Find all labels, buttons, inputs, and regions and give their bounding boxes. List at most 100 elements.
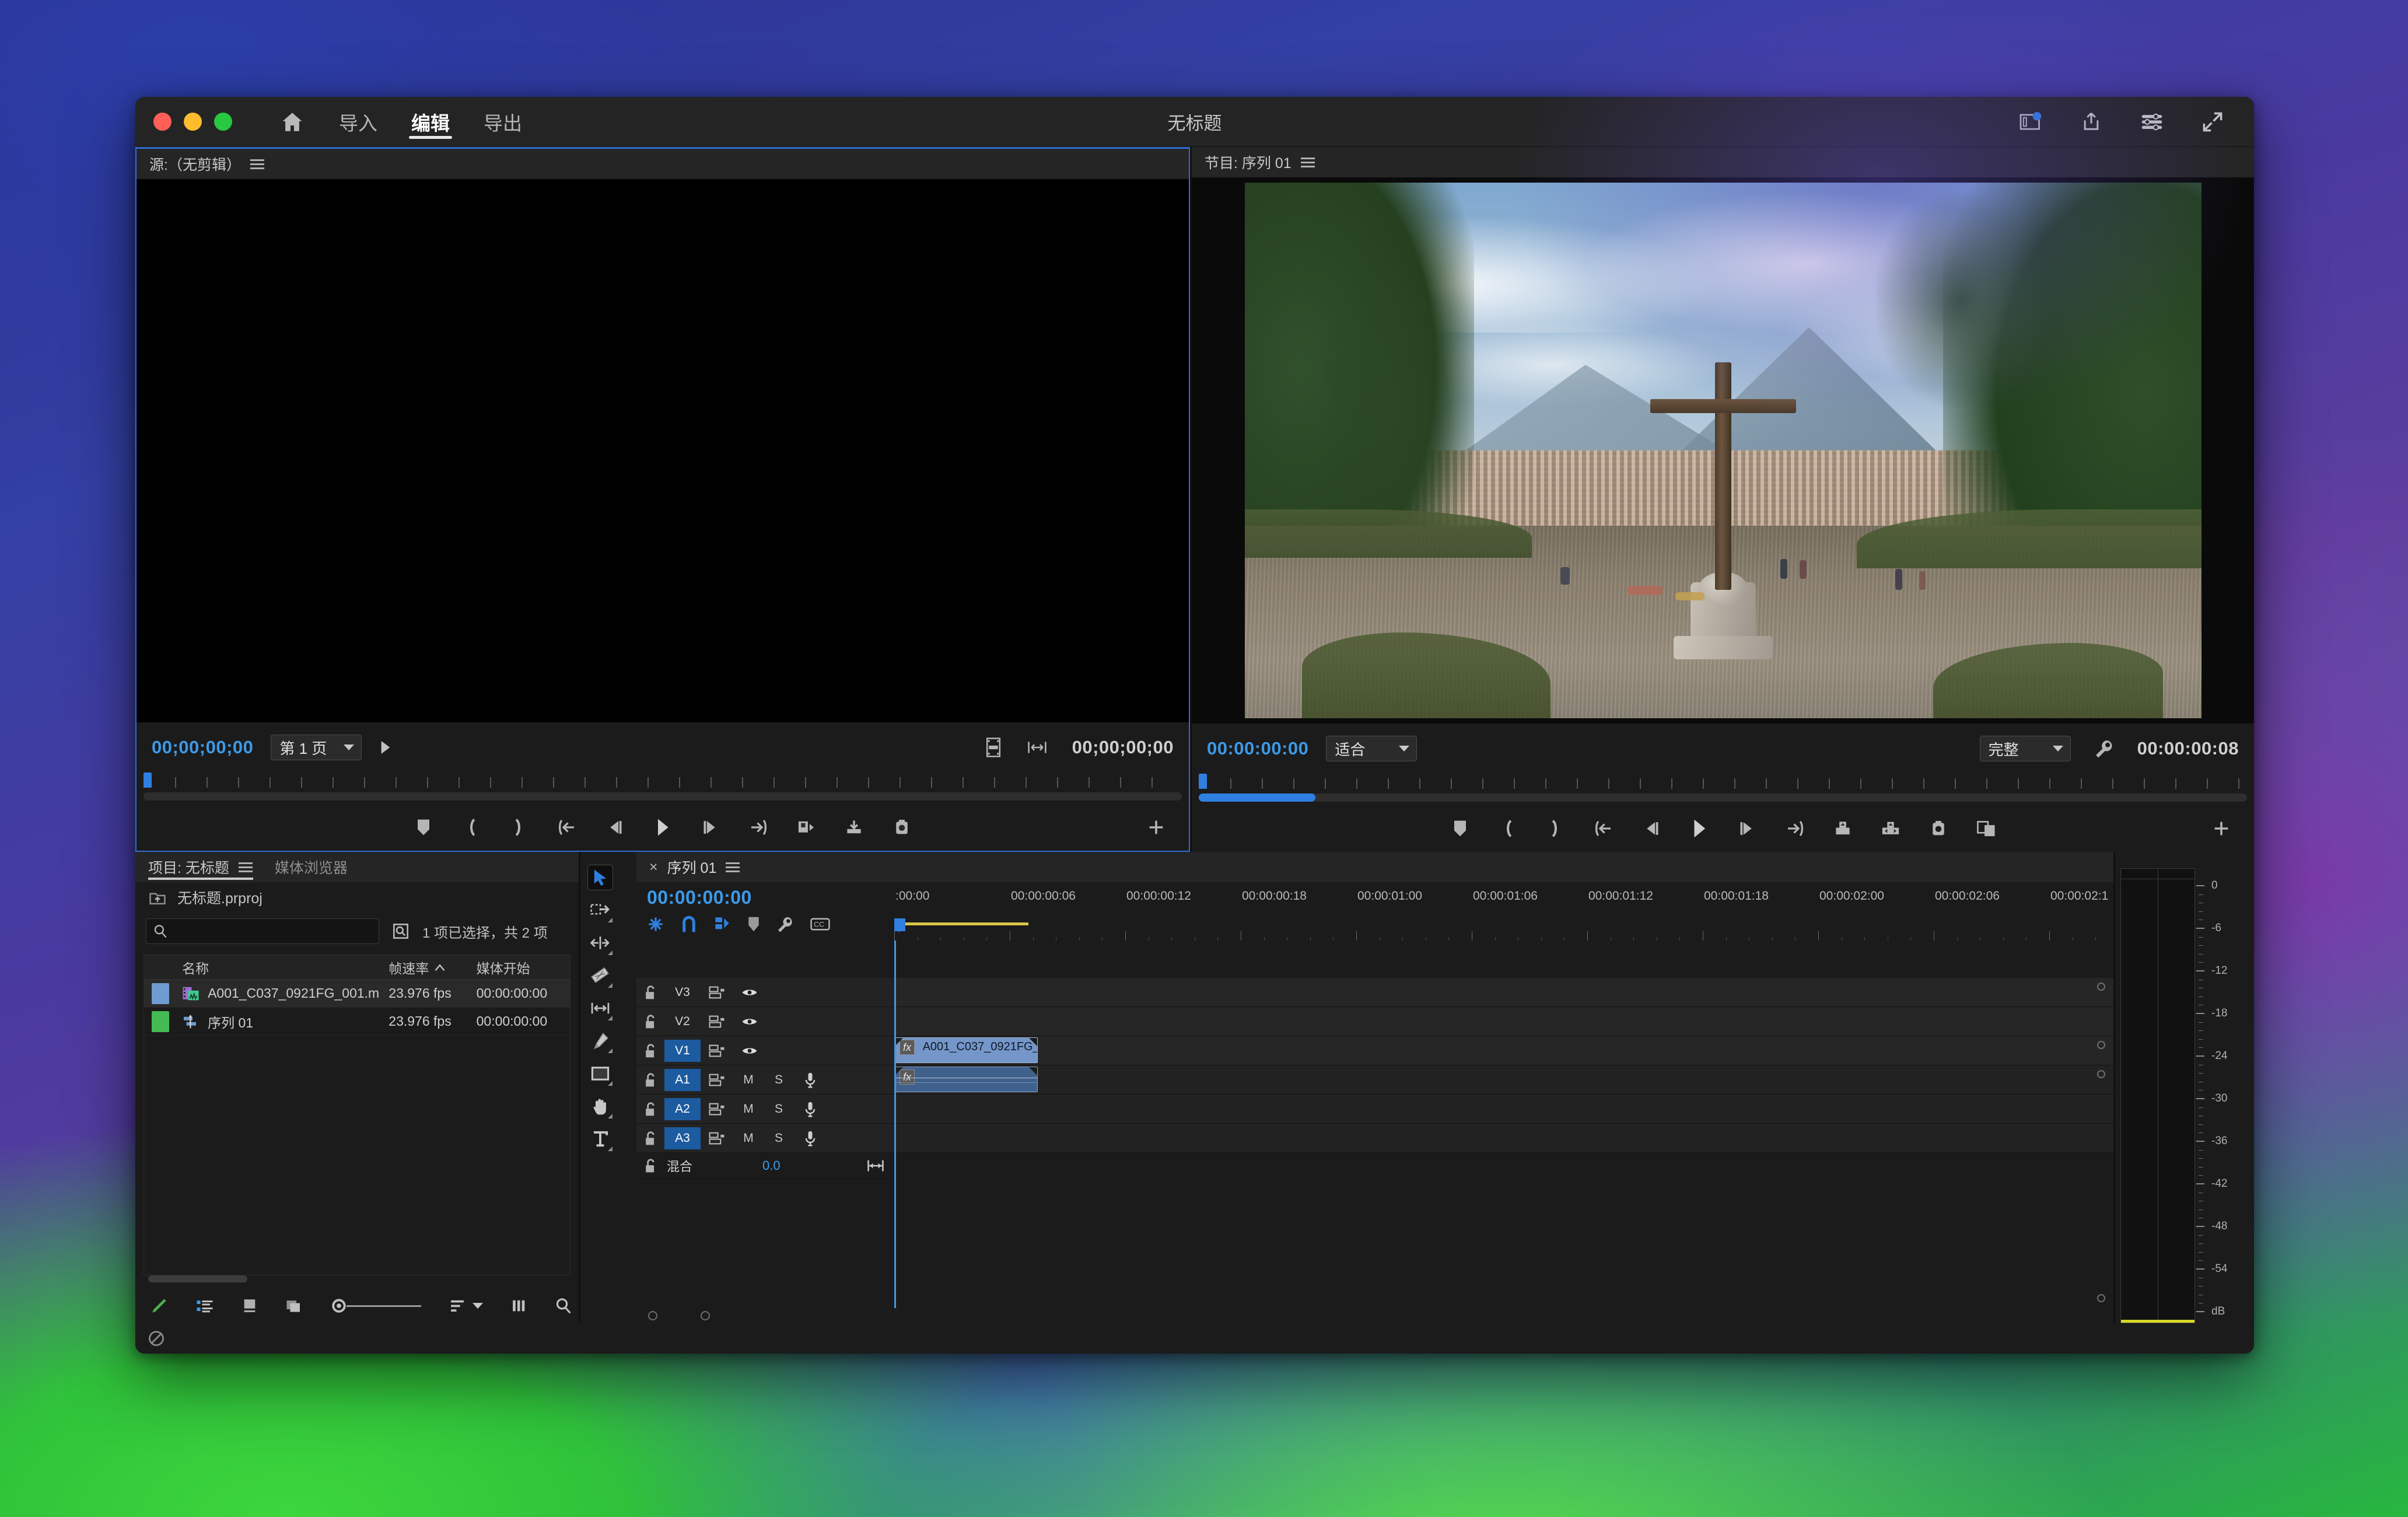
- find-icon[interactable]: [392, 922, 410, 940]
- title-bar-actions[interactable]: [2017, 109, 2254, 135]
- microphone-icon[interactable]: [794, 1067, 827, 1093]
- timeline-header-tools[interactable]: CC: [647, 912, 894, 936]
- play-icon[interactable]: [1686, 816, 1712, 841]
- program-panel-tabbar[interactable]: 节目: 序列 01: [1192, 147, 2254, 177]
- panel-menu-icon[interactable]: [250, 159, 264, 169]
- program-panel-tab[interactable]: 节目: 序列 01: [1205, 152, 1315, 173]
- mute-button-a2[interactable]: M: [733, 1102, 764, 1116]
- source-zoom-scrollbar[interactable]: [144, 792, 1182, 801]
- sort-selector[interactable]: [449, 1298, 483, 1313]
- panel-menu-icon[interactable]: [239, 862, 253, 872]
- close-icon[interactable]: ×: [649, 859, 658, 876]
- source-scrub-playhead[interactable]: [144, 773, 152, 788]
- search-input[interactable]: [146, 918, 379, 944]
- tab-edit[interactable]: 编辑: [410, 97, 451, 147]
- column-header-framerate[interactable]: 帧速率: [383, 957, 470, 977]
- step-forward-icon[interactable]: [698, 815, 723, 840]
- program-zoom-thumb[interactable]: [1199, 794, 1315, 802]
- panel-menu-icon[interactable]: [726, 862, 740, 872]
- table-row[interactable]: 序列 01 23.976 fps 00:00:00:00: [144, 1008, 570, 1036]
- project-bin-table[interactable]: 名称 帧速率 媒体开始: [144, 955, 570, 1275]
- source-page-selector[interactable]: 第 1 页: [271, 735, 362, 760]
- project-search-row[interactable]: 1 项已选择，共 2 项: [135, 913, 579, 950]
- lane-v1[interactable]: fx A001_C037_0921FG_: [894, 1036, 2113, 1065]
- program-playhead-timecode[interactable]: 00:00:00:00: [1207, 738, 1308, 759]
- export-frame-icon[interactable]: [985, 737, 1002, 757]
- eye-icon[interactable]: [733, 1008, 766, 1035]
- panel-menu-icon[interactable]: [1301, 158, 1315, 167]
- row-color-label[interactable]: [144, 983, 176, 1004]
- automate-to-sequence-icon[interactable]: [511, 1298, 527, 1313]
- program-zoom-scrollbar[interactable]: [1199, 794, 2247, 802]
- track-sync-icon[interactable]: [701, 1008, 733, 1035]
- timeline-playhead[interactable]: [894, 941, 896, 1308]
- mute-button-a1[interactable]: M: [733, 1073, 764, 1087]
- mute-button-a3[interactable]: M: [733, 1131, 764, 1145]
- tab-import[interactable]: 导入: [338, 97, 379, 147]
- project-breadcrumb[interactable]: 无标题.prproj: [135, 882, 579, 913]
- timeline-clip-video[interactable]: fx A001_C037_0921FG_: [894, 1037, 1038, 1063]
- source-panel-tab[interactable]: 源:（无剪辑）: [149, 153, 264, 174]
- program-transport-controls[interactable]: [1192, 805, 2254, 852]
- program-scrub-bar[interactable]: [1192, 774, 2254, 805]
- lane-a2[interactable]: [894, 1095, 2113, 1124]
- track-header-v3[interactable]: V3: [636, 978, 894, 1007]
- track-name-a2[interactable]: A2: [664, 1098, 701, 1120]
- go-to-out-icon[interactable]: [1782, 816, 1808, 841]
- lane-v2[interactable]: [894, 1007, 2113, 1036]
- unlock-icon[interactable]: [636, 1131, 664, 1146]
- overwrite-icon[interactable]: [841, 815, 867, 840]
- track-name-v3[interactable]: V3: [664, 981, 701, 1004]
- project-tab[interactable]: 项目: 无标题: [148, 857, 253, 878]
- lift-icon[interactable]: [1830, 816, 1856, 841]
- step-forward-icon[interactable]: [1734, 816, 1760, 841]
- timeline-tabbar[interactable]: × 序列 01: [636, 852, 2113, 882]
- track-header-a2[interactable]: A2 M S: [636, 1095, 894, 1124]
- lane-a1[interactable]: fx: [894, 1065, 2113, 1095]
- master-volume-value[interactable]: 0.0: [762, 1158, 780, 1173]
- program-monitor-stage[interactable]: [1192, 177, 2254, 723]
- timeline-zoom-in-handle[interactable]: [701, 1311, 710, 1320]
- audio-meter-bars[interactable]: [2120, 868, 2195, 1323]
- microphone-icon[interactable]: [794, 1096, 827, 1123]
- track-header-master[interactable]: 混合 0.0: [636, 1153, 894, 1179]
- track-name-a3[interactable]: A3: [664, 1127, 701, 1149]
- quick-settings-icon[interactable]: [2138, 109, 2165, 135]
- unlock-icon[interactable]: [636, 1102, 664, 1117]
- play-icon[interactable]: [650, 815, 676, 840]
- track-header-a3[interactable]: A3 M S: [636, 1124, 894, 1153]
- unlock-icon[interactable]: [636, 1072, 664, 1088]
- maximize-window-button[interactable]: [214, 113, 232, 131]
- track-header-v2[interactable]: V2: [636, 1007, 894, 1036]
- timeline-clip-audio[interactable]: fx: [894, 1067, 1038, 1092]
- track-select-forward-tool[interactable]: [587, 897, 613, 923]
- source-panel-tabbar[interactable]: 源:（无剪辑）: [136, 149, 1189, 179]
- mark-in-icon[interactable]: [1495, 816, 1521, 841]
- snap-icon[interactable]: [681, 915, 697, 933]
- program-resolution-selector[interactable]: 完整: [1980, 736, 2071, 761]
- step-back-icon[interactable]: [1639, 816, 1664, 841]
- track-sync-icon[interactable]: [701, 1125, 733, 1152]
- eye-icon[interactable]: [733, 979, 766, 1006]
- row-name-cell[interactable]: A001_C037_0921FG_001.m: [176, 985, 383, 1001]
- fit-width-icon[interactable]: [1028, 740, 1046, 755]
- track-sync-icon[interactable]: [701, 1037, 733, 1064]
- row-color-label[interactable]: [144, 1011, 176, 1032]
- insert-icon[interactable]: [793, 815, 819, 840]
- close-window-button[interactable]: [153, 113, 172, 131]
- row-name-cell[interactable]: 序列 01: [176, 1012, 383, 1032]
- track-name-a1[interactable]: A1: [664, 1069, 701, 1091]
- timeline-track-headers[interactable]: V3 V2: [636, 941, 894, 1308]
- source-transport-controls[interactable]: [136, 804, 1189, 851]
- zoom-slider-track[interactable]: [346, 1305, 421, 1307]
- column-header-name[interactable]: 名称: [176, 957, 383, 977]
- media-browser-tab[interactable]: 媒体浏览器: [275, 857, 348, 878]
- nest-icon[interactable]: [647, 915, 664, 933]
- step-back-icon[interactable]: [602, 815, 628, 840]
- track-sync-icon[interactable]: [701, 1096, 733, 1123]
- bin-table-header[interactable]: 名称 帧速率 媒体开始: [144, 955, 570, 980]
- razor-tool[interactable]: [587, 963, 613, 988]
- project-toolbar[interactable]: [135, 1288, 579, 1323]
- solo-button-a1[interactable]: S: [764, 1073, 794, 1087]
- source-page-next-icon[interactable]: [379, 740, 392, 755]
